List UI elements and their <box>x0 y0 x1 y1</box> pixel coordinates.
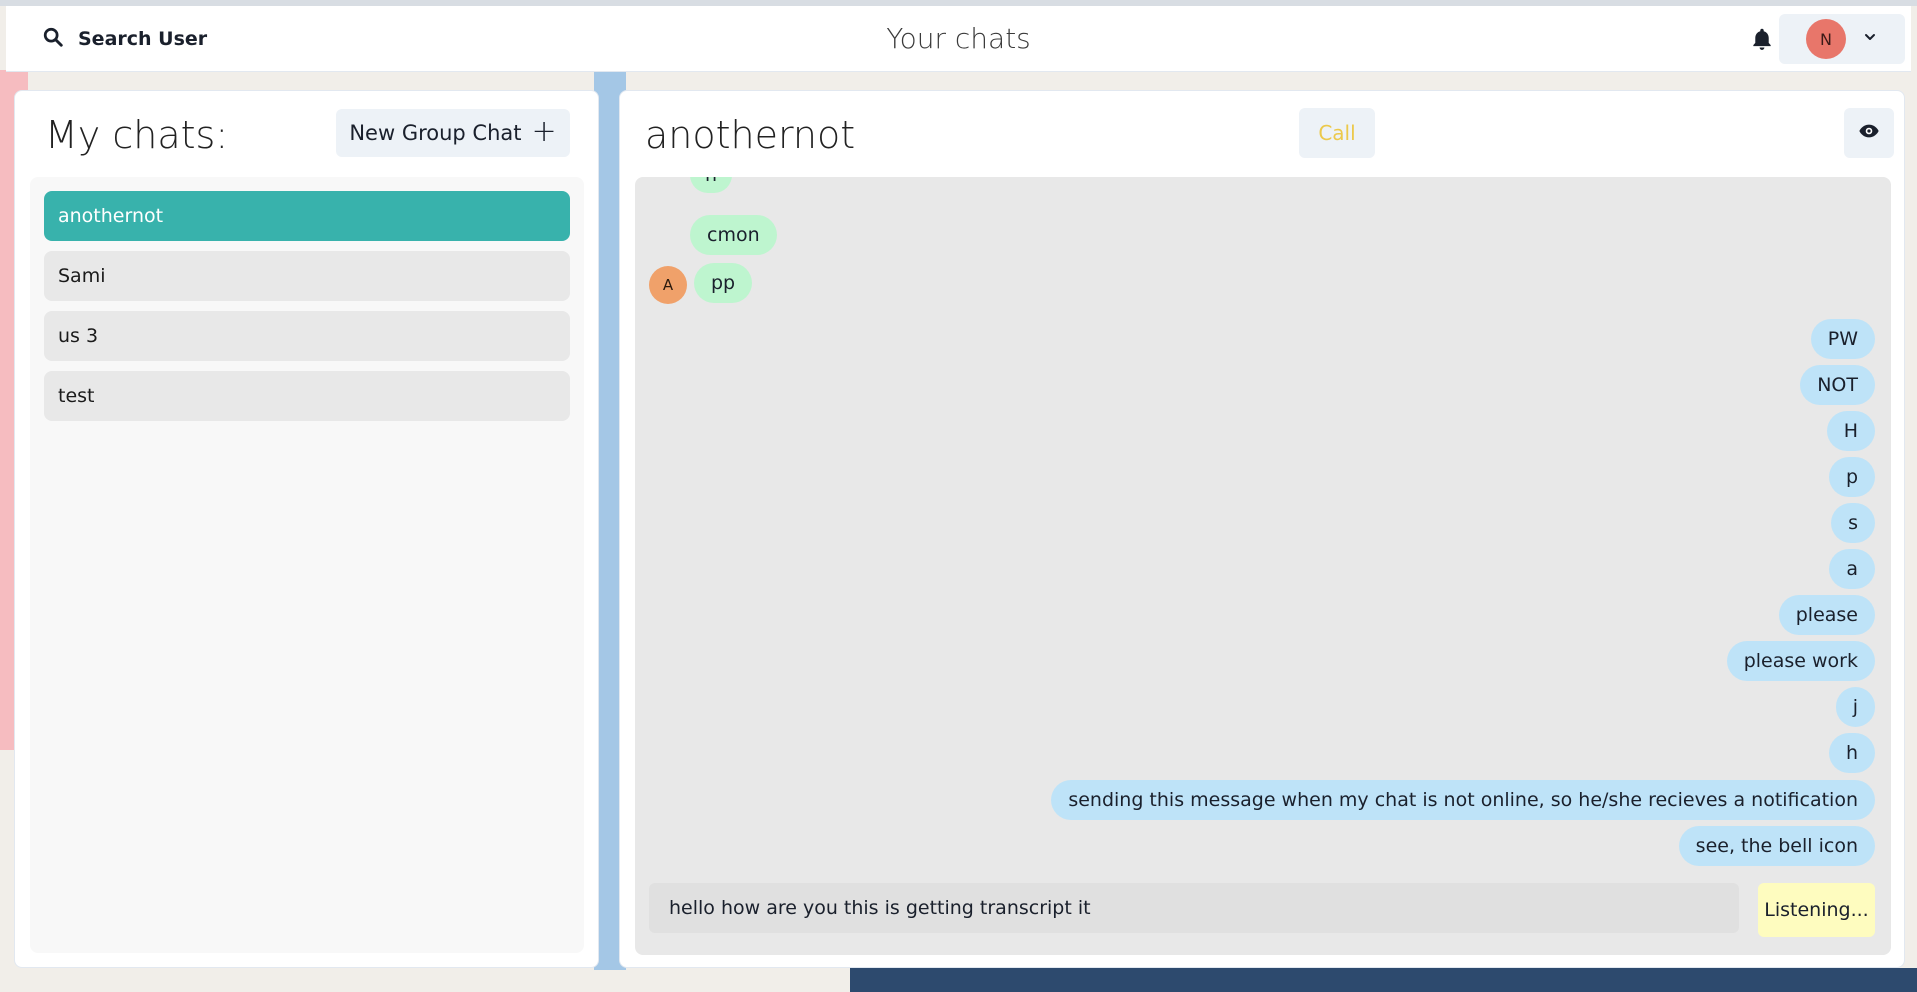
message-outgoing: PW <box>1810 319 1875 359</box>
avatar: N <box>1806 19 1846 59</box>
listening-button[interactable]: Listening... <box>1758 883 1875 937</box>
message-outgoing: sending this message when my chat is not… <box>1051 780 1875 820</box>
plus-icon: + <box>531 114 557 149</box>
message-input[interactable] <box>649 883 1739 933</box>
chevron-down-icon <box>1862 29 1878 49</box>
message-incoming: h <box>690 177 733 193</box>
view-profile-button[interactable] <box>1844 108 1894 158</box>
message-outgoing: h <box>1828 733 1875 773</box>
search-icon <box>42 26 64 52</box>
message-incoming: pp <box>694 263 753 303</box>
page-title: Your chats <box>886 22 1031 55</box>
my-chats-panel: My chats: New Group Chat + anothernot Sa… <box>14 90 599 968</box>
message-outgoing: a <box>1829 549 1875 589</box>
top-bar: Search User Your chats N <box>6 6 1911 72</box>
message-outgoing: NOT <box>1800 365 1875 405</box>
chat-title: anothernot <box>645 113 856 157</box>
search-user-button[interactable]: Search User <box>26 17 223 61</box>
chat-panel: anothernot Call h cmon A pp PW NOT H p s… <box>619 90 1905 968</box>
sender-avatar: A <box>649 266 687 304</box>
chat-list: anothernot Sami us 3 test <box>30 177 584 953</box>
call-button[interactable]: Call <box>1299 108 1375 158</box>
message-outgoing: see, the bell icon <box>1678 826 1875 866</box>
eye-icon <box>1858 120 1880 146</box>
message-outgoing: please work <box>1726 641 1875 681</box>
new-group-chat-label: New Group Chat <box>349 121 522 145</box>
chat-item-test[interactable]: test <box>44 371 570 421</box>
message-incoming: cmon <box>690 215 777 255</box>
profile-menu-button[interactable]: N <box>1779 14 1905 64</box>
message-outgoing: please <box>1778 595 1875 635</box>
bell-icon[interactable] <box>1749 26 1775 52</box>
background-navy-shape <box>850 968 1917 992</box>
search-user-label: Search User <box>78 27 208 50</box>
message-outgoing: H <box>1826 411 1875 451</box>
message-outgoing: p <box>1828 457 1875 497</box>
message-outgoing: j <box>1835 687 1875 727</box>
my-chats-title: My chats: <box>45 113 229 157</box>
chat-item-sami[interactable]: Sami <box>44 251 570 301</box>
chat-item-anothernot[interactable]: anothernot <box>44 191 570 241</box>
new-group-chat-button[interactable]: New Group Chat + <box>336 109 570 157</box>
message-outgoing: s <box>1831 503 1875 543</box>
messages-area[interactable]: h cmon A pp PW NOT H p s a please please… <box>635 177 1891 955</box>
chat-item-us-3[interactable]: us 3 <box>44 311 570 361</box>
